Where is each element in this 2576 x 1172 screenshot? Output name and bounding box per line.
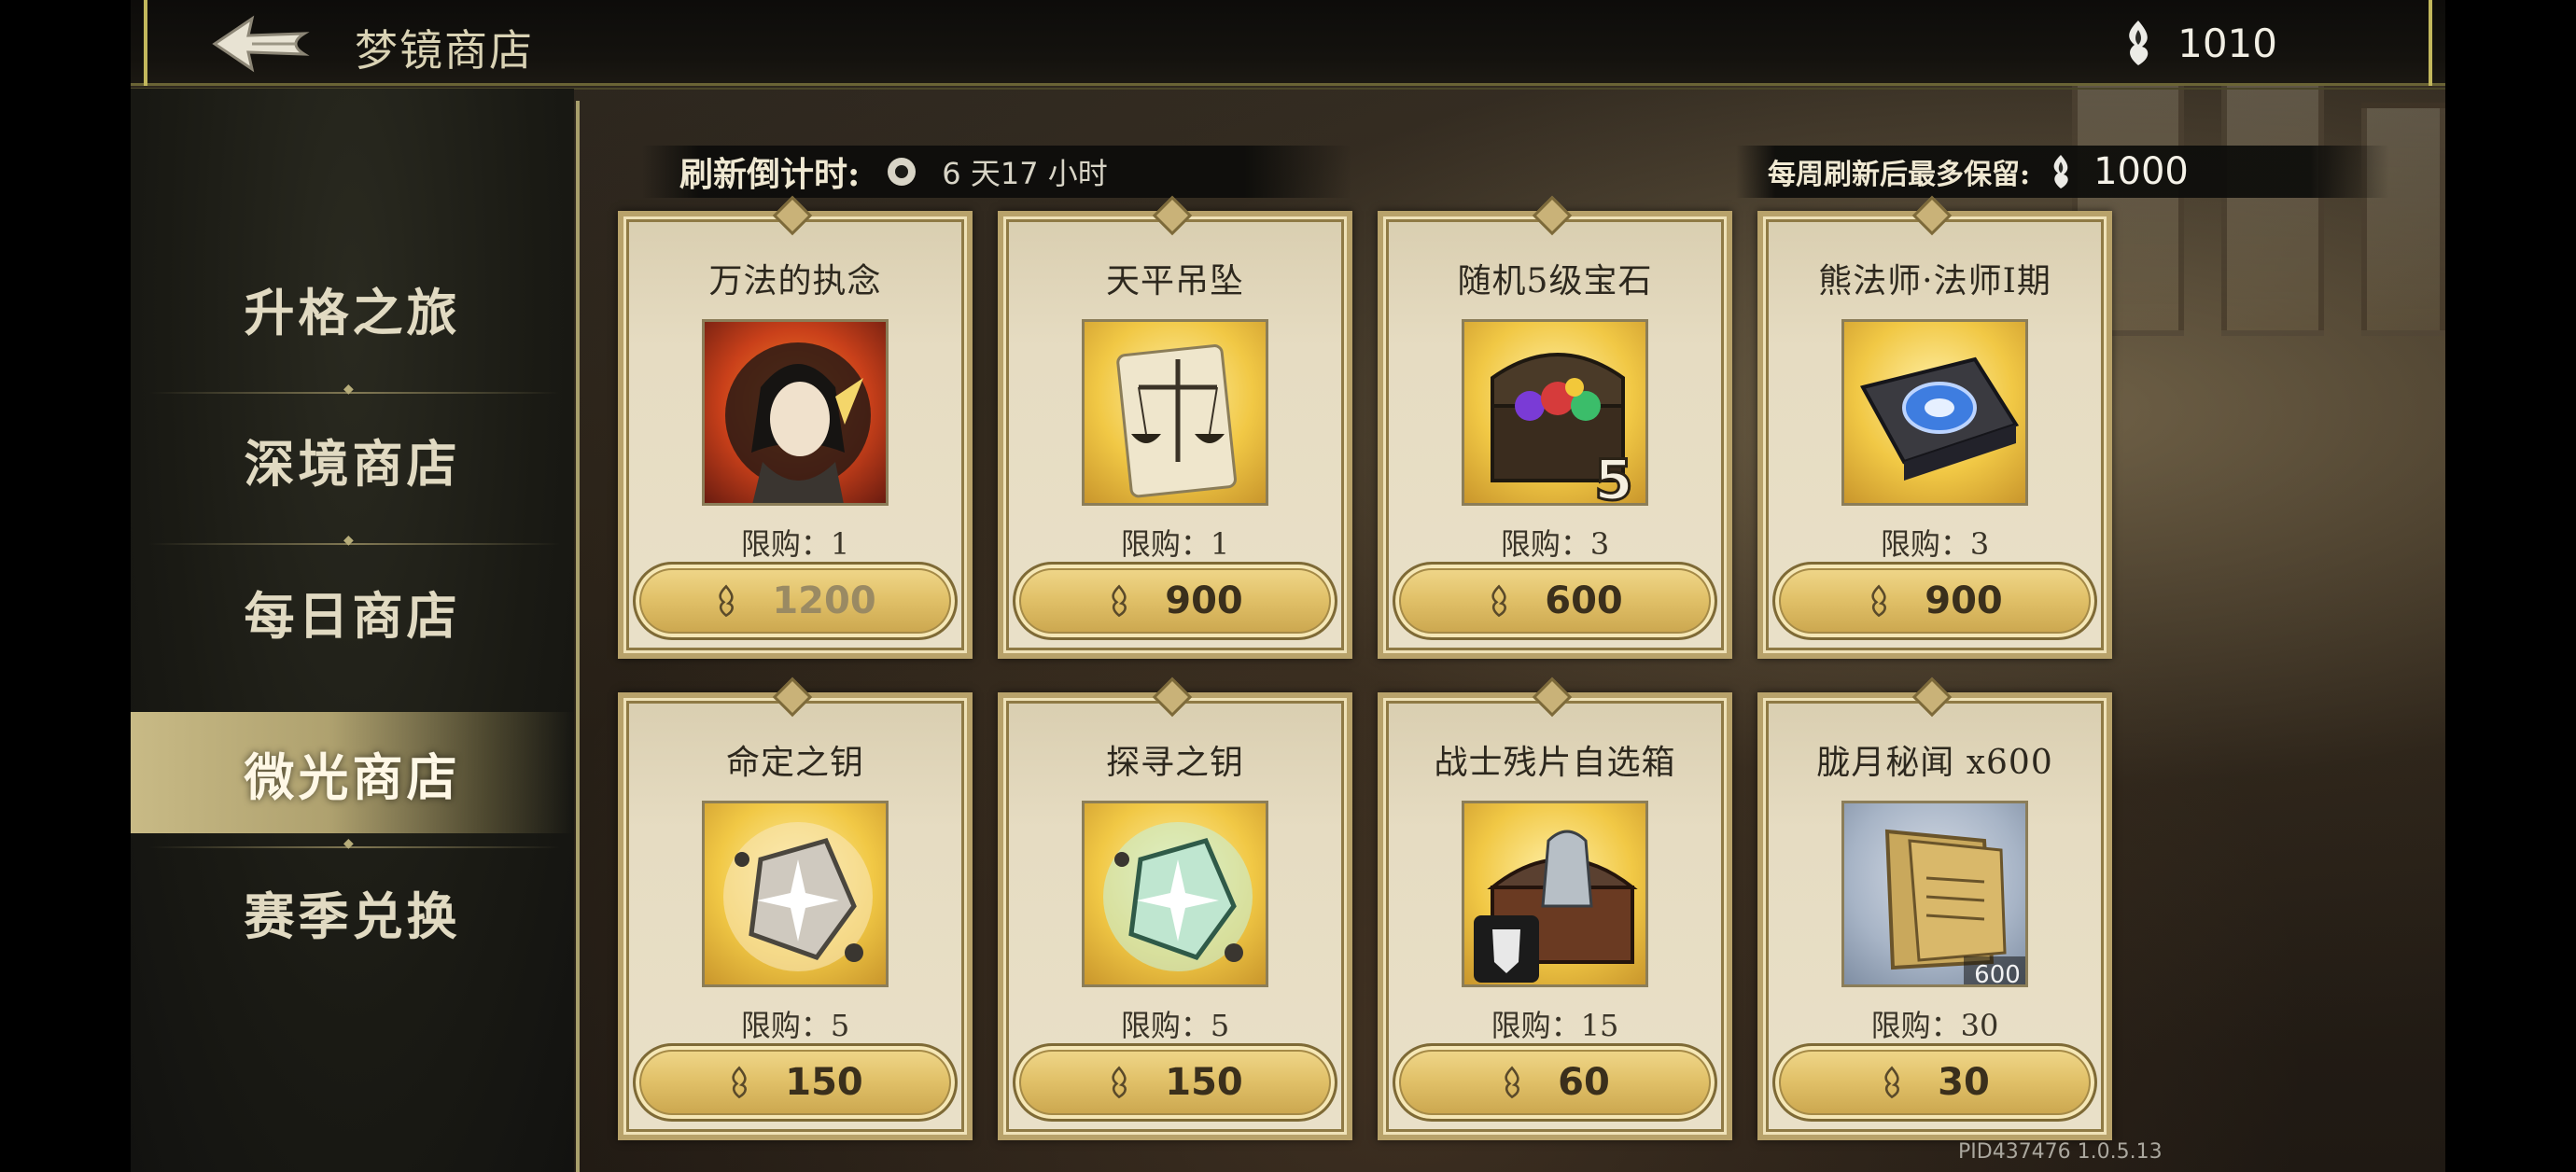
purchase-limit: 限购：30	[1870, 1008, 1999, 1043]
header-edge	[144, 0, 147, 86]
shop-item-card[interactable]: 熊法师·法师I期 限购：3 900	[1757, 211, 2112, 659]
weekly-retention-label: 每周刷新后最多保留:	[1768, 159, 2031, 191]
buy-button[interactable]: 60	[1393, 1043, 1717, 1122]
purchase-limit: 限购：1	[740, 526, 850, 562]
glimmer-currency-icon	[1884, 1066, 1900, 1099]
glimmer-currency-icon	[1505, 1066, 1520, 1099]
item-price: 600	[1545, 579, 1623, 622]
item-price: 1200	[772, 579, 876, 622]
shop-sidebar: 升格之旅 深境商店 每日商店 微光商店 赛季兑换	[131, 89, 574, 1172]
buy-button[interactable]: 1200	[633, 562, 958, 640]
top-bar: 梦镜商店 1010	[131, 0, 2445, 90]
scroll-document-icon: 600	[1841, 801, 2028, 987]
item-name: 天平吊坠	[1105, 262, 1244, 300]
refresh-countdown: 刷新倒计时: 6 天17 小时	[642, 146, 1351, 198]
page-title: 梦镜商店	[355, 25, 534, 76]
shop-item-card[interactable]: 万法的执念 限购：1 1200	[618, 211, 973, 659]
glimmer-currency-icon	[1112, 584, 1127, 618]
background-window	[2221, 75, 2324, 336]
sidebar-divider	[149, 382, 560, 397]
sidebar-item-label: 微光商店	[244, 746, 461, 807]
weekly-retention-amount: 1000	[2093, 150, 2189, 193]
glimmer-currency-icon	[732, 1066, 748, 1099]
search-key-crystal-icon	[1082, 801, 1268, 987]
spellbook-icon	[1841, 319, 2028, 506]
glimmer-currency-icon	[2053, 155, 2068, 188]
sidebar-item-glimmer-shop[interactable]: 微光商店	[131, 712, 574, 833]
fate-key-crystal-icon	[702, 801, 889, 987]
gem-level-badge: 5	[1594, 448, 1633, 506]
clock-icon	[888, 158, 917, 186]
sidebar-divider	[149, 533, 560, 548]
item-price: 150	[1165, 1061, 1243, 1104]
glimmer-currency-icon	[1871, 584, 1887, 618]
purchase-limit: 限购：3	[1880, 526, 1990, 562]
shop-item-card[interactable]: 战士残片自选箱 限购：15 60	[1378, 692, 1732, 1140]
purchase-limit: 限购：15	[1491, 1008, 1619, 1043]
sidebar-item-deep-realm-shop[interactable]: 深境商店	[131, 398, 574, 520]
item-price: 30	[1938, 1061, 1990, 1104]
purchase-limit: 限购：1	[1120, 526, 1230, 562]
warrior-fragment-chest-icon	[1462, 801, 1648, 987]
weekly-retention-info: 每周刷新后最多保留: 1000	[1736, 146, 2389, 198]
sidebar-item-season-exchange[interactable]: 赛季兑换	[131, 851, 574, 972]
glimmer-currency-icon	[1112, 1066, 1127, 1099]
currency-amount: 1010	[2177, 20, 2277, 66]
item-price: 900	[1925, 579, 2003, 622]
refresh-label: 刷新倒计时:	[679, 155, 861, 194]
buy-button[interactable]: 900	[1772, 562, 2097, 640]
purchase-limit: 限购：5	[740, 1008, 850, 1043]
balance-scale-pendant-icon	[1082, 319, 1268, 506]
back-arrow-icon[interactable]	[211, 13, 314, 75]
refresh-time: 6 天17 小时	[942, 156, 1108, 191]
item-name: 战士残片自选箱	[1434, 744, 1676, 782]
sidebar-item-label: 每日商店	[244, 585, 461, 646]
item-price: 900	[1165, 579, 1243, 622]
sidebar-item-ascension-journey[interactable]: 升格之旅	[131, 247, 574, 369]
glimmer-currency-icon	[1491, 584, 1507, 618]
item-name: 探寻之钥	[1105, 744, 1244, 782]
item-name: 随机5级宝石	[1457, 262, 1653, 300]
shop-item-card[interactable]: 命定之钥 限购：5 150	[618, 692, 973, 1140]
purchase-limit: 限购：3	[1500, 526, 1610, 562]
buy-button[interactable]: 900	[1013, 562, 1337, 640]
character-portrait-icon	[702, 319, 889, 506]
version-label: PID437476 1.0.5.13	[1958, 1140, 2163, 1164]
sidebar-item-label: 升格之旅	[244, 282, 461, 342]
glimmer-currency-icon	[719, 584, 735, 618]
buy-button[interactable]: 150	[633, 1043, 958, 1122]
sidebar-item-daily-shop[interactable]: 每日商店	[131, 551, 574, 672]
buy-button[interactable]: 30	[1772, 1043, 2097, 1122]
purchase-limit: 限购：5	[1120, 1008, 1230, 1043]
background-window	[2361, 103, 2445, 336]
buy-button[interactable]: 150	[1013, 1043, 1337, 1122]
item-price: 60	[1558, 1061, 1610, 1104]
glimmer-currency-icon	[2129, 21, 2149, 65]
sidebar-item-label: 深境商店	[244, 433, 461, 494]
shop-item-card[interactable]: 探寻之钥 限购：5 150	[998, 692, 1352, 1140]
shop-item-card[interactable]: 天平吊坠 限购：1 900	[998, 211, 1352, 659]
currency-display: 1010	[2120, 19, 2277, 67]
quantity-badge: 600	[1974, 961, 2021, 987]
shop-item-card[interactable]: 随机5级宝石 5 限购：3 600	[1378, 211, 1732, 659]
buy-button[interactable]: 600	[1393, 562, 1717, 640]
gem-chest-icon: 5	[1462, 319, 1648, 506]
sidebar-border	[576, 101, 580, 1172]
shop-item-card[interactable]: 胧月秘闻 x600 600 限购：30 30	[1757, 692, 2112, 1140]
item-price: 150	[785, 1061, 863, 1104]
sidebar-divider	[149, 836, 560, 851]
item-name: 熊法师·法师I期	[1818, 262, 2051, 300]
sidebar-item-label: 赛季兑换	[244, 886, 461, 946]
header-edge	[2429, 0, 2432, 86]
item-name: 万法的执念	[708, 262, 882, 300]
game-viewport: 梦镜商店 1010 升格之旅 深境商店 每日商店 微光商店 赛季兑换	[131, 0, 2445, 1172]
item-name: 胧月秘闻 x600	[1816, 744, 2053, 782]
item-name: 命定之钥	[725, 744, 864, 782]
